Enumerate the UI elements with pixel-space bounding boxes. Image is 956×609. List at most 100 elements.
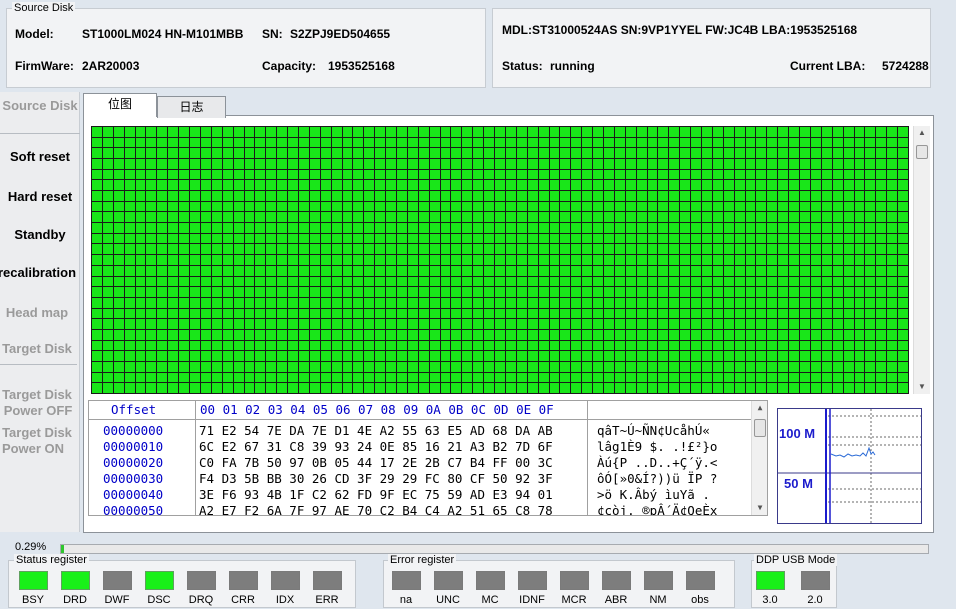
hard-reset-button[interactable]: Hard reset <box>0 189 80 204</box>
sector-block <box>527 223 538 233</box>
tab-bitmap[interactable]: 位图 <box>83 93 157 117</box>
sector-block <box>603 233 614 244</box>
target-power-off-button[interactable]: Target Disk Power OFF <box>0 387 80 419</box>
sector-block <box>113 308 124 319</box>
sector-block <box>277 180 288 191</box>
sector-block <box>473 159 484 169</box>
soft-reset-button[interactable]: Soft reset <box>0 149 80 164</box>
sector-block <box>680 244 691 255</box>
sector-block <box>582 329 593 340</box>
sector-block <box>266 233 277 244</box>
sector-block <box>832 201 843 212</box>
sector-block <box>288 372 298 383</box>
sector-block <box>593 340 603 351</box>
progress-label: 0.29% <box>15 541 47 553</box>
sector-block <box>734 233 745 244</box>
sector-block <box>309 383 320 393</box>
sector-block <box>375 191 386 201</box>
sector-block <box>723 276 734 287</box>
sector-block <box>375 127 386 137</box>
head-map-button[interactable]: Head map <box>0 305 77 320</box>
sector-block <box>516 191 527 201</box>
sector-block <box>277 297 288 308</box>
sector-block <box>582 127 593 137</box>
sector-block <box>179 223 190 233</box>
sector-block <box>876 361 887 372</box>
sector-block <box>549 308 560 319</box>
bitmap-scrollbar[interactable]: ▲ ▼ <box>913 126 930 394</box>
hex-scroll-up-icon[interactable]: ▲ <box>752 403 767 412</box>
sector-block <box>190 308 200 319</box>
sector-block <box>734 340 745 351</box>
sector-block <box>571 191 582 201</box>
graph-label-low: 50 M <box>784 476 813 491</box>
sector-block <box>854 361 865 372</box>
sidebar: Source Disk Soft reset Hard reset Standb… <box>0 92 80 532</box>
sector-block <box>298 233 309 244</box>
sector-block <box>407 169 418 180</box>
sector-block <box>353 276 364 287</box>
sector-block <box>342 127 353 137</box>
sector-block <box>810 233 821 244</box>
scroll-up-icon[interactable]: ▲ <box>914 128 930 137</box>
sector-block <box>222 329 233 340</box>
standby-button[interactable]: Standby <box>0 227 80 242</box>
tab-log[interactable]: 日志 <box>157 96 226 118</box>
sector-block <box>538 361 549 372</box>
target-power-on-button[interactable]: Target Disk Power ON <box>0 425 80 457</box>
sector-block <box>876 255 887 265</box>
sector-block <box>102 159 113 169</box>
sector-block <box>898 137 908 148</box>
scroll-down-icon[interactable]: ▼ <box>914 382 930 391</box>
sector-block <box>538 383 549 393</box>
sector-block <box>582 308 593 319</box>
sector-block <box>168 287 179 297</box>
error-unc-label: UNC <box>436 594 460 606</box>
sector-block <box>124 255 135 265</box>
sector-block <box>462 276 473 287</box>
sector-block <box>320 244 331 255</box>
sector-block <box>386 137 396 148</box>
sector-block <box>211 340 222 351</box>
sector-block <box>375 159 386 169</box>
sector-block <box>745 340 756 351</box>
hex-scrollbar[interactable]: ▲ ▼ <box>751 401 767 515</box>
sector-block <box>800 180 810 191</box>
sector-block <box>680 233 691 244</box>
sector-block <box>462 361 473 372</box>
sector-block <box>375 340 386 351</box>
sector-block <box>495 319 505 329</box>
hex-view[interactable]: Offset 00 01 02 03 04 05 06 07 08 09 0A … <box>88 400 768 516</box>
sector-block <box>320 212 331 223</box>
sector-block <box>473 244 484 255</box>
sector-block <box>190 191 200 201</box>
sector-block <box>876 265 887 276</box>
sector-block <box>124 372 135 383</box>
sector-block <box>342 308 353 319</box>
sector-block <box>484 191 495 201</box>
sector-block <box>386 191 396 201</box>
sector-block <box>658 329 669 340</box>
sector-block <box>168 308 179 319</box>
sector-block <box>233 361 244 372</box>
sector-block <box>157 223 168 233</box>
sector-block <box>843 340 854 351</box>
hex-scroll-down-icon[interactable]: ▼ <box>752 503 767 512</box>
recalibration-button[interactable]: recalibration <box>0 265 77 280</box>
sector-block <box>397 255 407 265</box>
sector-block <box>843 191 854 201</box>
sector-block <box>484 351 495 361</box>
sector-block <box>331 223 342 233</box>
sector-block <box>832 244 843 255</box>
sector-block <box>821 169 832 180</box>
sector-block <box>386 276 396 287</box>
bitmap-scroll-thumb[interactable] <box>916 145 928 159</box>
sector-block <box>429 137 440 148</box>
sector-block <box>342 372 353 383</box>
hex-scroll-thumb[interactable] <box>754 419 766 437</box>
sector-block <box>647 148 658 159</box>
sector-block <box>135 191 146 201</box>
sector-block <box>277 137 288 148</box>
sector-block <box>157 244 168 255</box>
sector-block <box>789 169 800 180</box>
